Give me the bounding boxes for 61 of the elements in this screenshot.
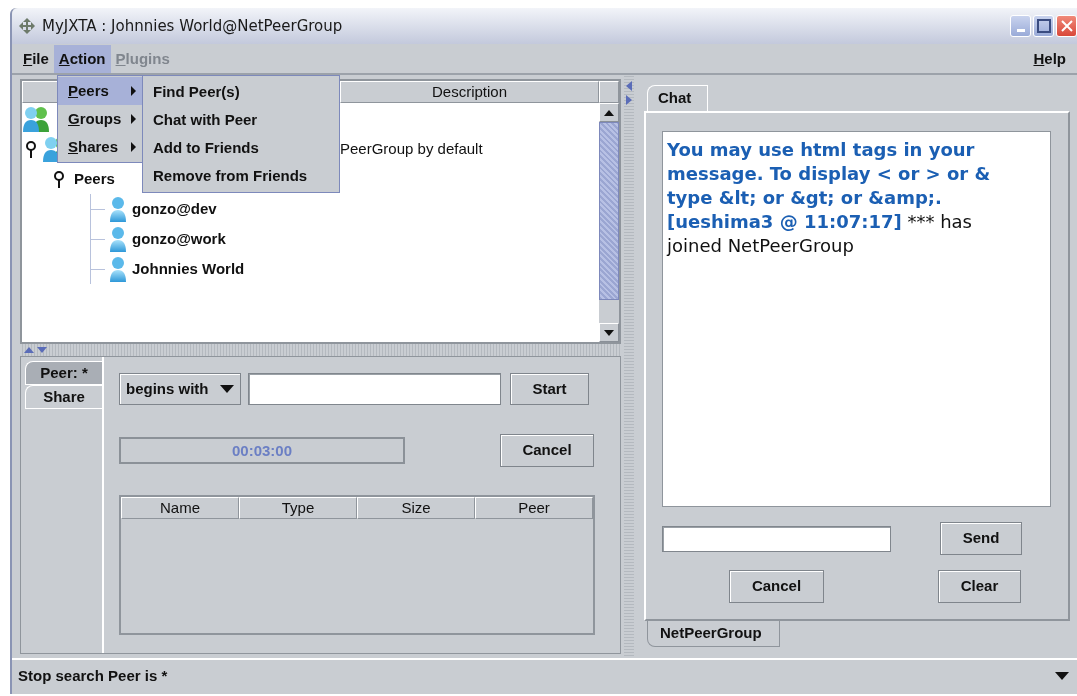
left-arrow-icon[interactable] <box>626 81 632 91</box>
send-button[interactable]: Send <box>940 522 1022 555</box>
column-header[interactable]: Description <box>340 81 599 103</box>
dropdown[interactable]: begins with <box>119 373 241 405</box>
caret-icon[interactable] <box>1055 672 1069 680</box>
tree-item[interactable]: gonzo@dev <box>132 197 217 221</box>
cancel-button[interactable]: Cancel <box>500 434 594 467</box>
menu-item[interactable]: Remove from Friends <box>143 162 339 190</box>
minimize-icon <box>1016 28 1025 32</box>
cell-text: PeerGroup by default <box>340 140 483 157</box>
timer-bar: 00:03:00 <box>119 437 405 464</box>
tree-item[interactable]: Johnnies World <box>132 257 245 281</box>
menu-item[interactable]: Help <box>1028 44 1071 73</box>
up-arrow-icon <box>604 109 614 116</box>
person-icon <box>108 225 128 253</box>
column-header[interactable]: Peer <box>475 497 593 519</box>
chat-message: You may use html tags in your message. To display < or > or & type &lt; or &gt; or &amp;. <box>667 138 992 210</box>
submenu-arrow-icon <box>131 142 136 152</box>
message-field[interactable] <box>662 525 891 552</box>
tab[interactable]: Chat <box>647 85 708 111</box>
up-arrow-icon[interactable] <box>24 347 34 353</box>
arrows-icon <box>18 17 36 35</box>
tab[interactable]: NetPeerGroup <box>647 621 780 647</box>
close-button[interactable] <box>1056 15 1077 37</box>
menu-item[interactable]: Find Peer(s) <box>143 78 339 106</box>
down-arrow-icon <box>604 329 614 336</box>
chat-message: [ueshima3 @ 11:07:17] *** has joined NetPeerGroup <box>667 210 973 258</box>
menu-item[interactable]: Action <box>53 44 111 73</box>
menu-item[interactable]: Groups <box>58 105 142 133</box>
scrollbar[interactable] <box>599 103 619 342</box>
column-header[interactable]: Size <box>357 497 475 519</box>
down-arrow-icon[interactable] <box>37 347 47 353</box>
submenu-arrow-icon <box>131 114 136 124</box>
tab[interactable]: Share <box>25 385 102 409</box>
maximize-button[interactable] <box>1033 15 1054 37</box>
menu-item[interactable]: Add to Friends <box>143 134 339 162</box>
right-arrow-icon[interactable] <box>626 95 632 105</box>
close-icon <box>1059 19 1074 33</box>
menu-item[interactable]: Peers <box>58 77 142 105</box>
expand-handle[interactable] <box>52 169 66 189</box>
maximize-icon <box>1036 19 1051 33</box>
menu-item[interactable]: File <box>18 44 54 73</box>
people-icon <box>22 105 50 133</box>
window-title: MyJXTA : Johnnies World@NetPeerGroup <box>42 15 343 37</box>
clear-button[interactable]: Clear <box>938 570 1021 603</box>
column-header[interactable]: Type <box>239 497 357 519</box>
tree-item[interactable]: Peers <box>74 167 115 191</box>
expand-handle[interactable] <box>24 139 38 159</box>
person-icon <box>108 195 128 223</box>
tab[interactable]: Peer: * <box>25 361 102 385</box>
cancel-button[interactable]: Cancel <box>729 570 824 603</box>
column-header[interactable]: Name <box>121 497 239 519</box>
menu-item[interactable]: Chat with Peer <box>143 106 339 134</box>
tree-item[interactable]: gonzo@work <box>132 227 226 251</box>
start-button[interactable]: Start <box>510 373 589 405</box>
caret-icon <box>220 385 234 393</box>
menu-item[interactable]: Shares <box>58 133 142 161</box>
person-icon <box>108 255 128 283</box>
search-field[interactable] <box>248 373 501 405</box>
status-text: Stop search Peer is * <box>18 665 168 686</box>
submenu-arrow-icon <box>131 86 136 96</box>
